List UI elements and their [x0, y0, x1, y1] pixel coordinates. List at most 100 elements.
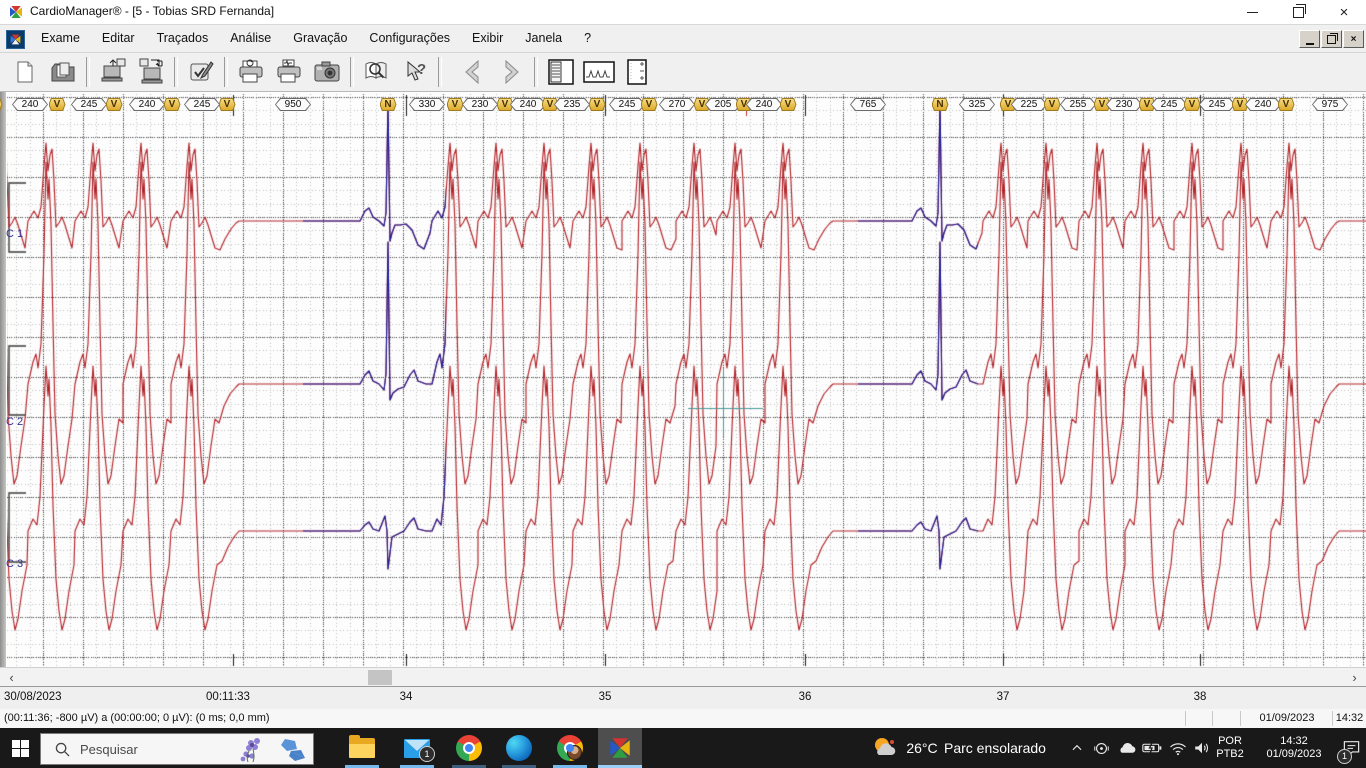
beat-interval-tag[interactable]: 245	[184, 98, 220, 111]
snapshot-button[interactable]	[308, 55, 346, 89]
weather-temperature[interactable]: 26°C	[900, 728, 944, 768]
menu-item-janela[interactable]: Janela	[514, 25, 573, 52]
restore-button[interactable]	[1276, 0, 1320, 24]
view-table-button[interactable]	[542, 55, 580, 89]
beat-interval-tag[interactable]: 325	[959, 98, 995, 111]
scroll-left-arrow[interactable]: ‹	[2, 668, 21, 687]
taskbar-app-file-explorer[interactable]	[340, 728, 384, 768]
beat-interval-tag[interactable]: 950	[275, 98, 311, 111]
beat-interval-tag[interactable]: 245	[71, 98, 107, 111]
timeline-ruler[interactable]: 30/08/2023 00:11:33 34 35 36 37 38	[0, 686, 1366, 710]
beat-type-tag-n[interactable]: N	[931, 98, 949, 111]
beat-type-tag-v[interactable]: V	[163, 98, 181, 111]
beat-interval-tag[interactable]: 975	[1312, 98, 1348, 111]
menu-item-exibir[interactable]: Exibir	[461, 25, 514, 52]
beat-type-tag-v[interactable]: V	[48, 98, 66, 111]
weather-icon[interactable]	[868, 728, 902, 768]
beat-interval-tag[interactable]: 330	[409, 98, 445, 111]
language-indicator[interactable]: POR PTB2	[1212, 728, 1248, 768]
view-strip-button[interactable]	[618, 55, 656, 89]
beat-type-tag-n[interactable]: N	[379, 98, 397, 111]
beat-interval-tag[interactable]: 765	[850, 98, 886, 111]
view-traces-button[interactable]	[580, 55, 618, 89]
tray-meet-now-icon[interactable]	[1090, 728, 1112, 768]
beat-interval-tag[interactable]: 245	[1151, 98, 1187, 111]
beat-type-tag-v[interactable]: V	[588, 98, 606, 111]
toolbar-separator	[174, 57, 178, 87]
beat-interval-tag[interactable]: 230	[462, 98, 498, 111]
tray-chevron-up-icon[interactable]	[1066, 728, 1088, 768]
beat-interval-tag[interactable]: 240	[12, 98, 48, 111]
tray-battery-icon[interactable]	[1140, 728, 1164, 768]
beat-type-tag-v[interactable]: V	[640, 98, 658, 111]
open-exam-button[interactable]	[44, 55, 82, 89]
preview-button[interactable]	[358, 55, 396, 89]
scrollbar-thumb[interactable]	[368, 670, 392, 685]
context-help-button[interactable]: ?	[396, 55, 434, 89]
menu-item-anlise[interactable]: Análise	[219, 25, 282, 52]
menu-item-traados[interactable]: Traçados	[146, 25, 220, 52]
beat-interval-tag[interactable]: 270	[659, 98, 695, 111]
print-button[interactable]	[232, 55, 270, 89]
taskbar-app-cardiomanager[interactable]	[598, 728, 642, 768]
next-page-button[interactable]	[492, 55, 530, 89]
horizontal-scrollbar[interactable]: ‹ ›	[0, 667, 1366, 687]
beat-interval-tag[interactable]: 245	[609, 98, 645, 111]
beat-type-tag-v[interactable]: V	[779, 98, 797, 111]
minimize-button[interactable]	[1230, 0, 1274, 24]
menu-bar: Exame Editar Traçados Análise Gravação Config…	[0, 25, 1366, 53]
timeline-label: 34	[399, 691, 413, 703]
notification-center-icon[interactable]: 1	[1336, 728, 1366, 768]
start-button[interactable]	[0, 728, 40, 768]
close-button[interactable]: ×	[1322, 0, 1366, 24]
menu-item-exame[interactable]: Exame	[30, 25, 91, 52]
status-date: 01/09/2023	[1240, 711, 1333, 726]
beat-interval-tag[interactable]: 240	[129, 98, 165, 111]
tray-wifi-icon[interactable]	[1166, 728, 1190, 768]
ecg-trace-area[interactable]: V240V245V240V245V950N330V230V240V235V245…	[0, 92, 1366, 667]
title-bar: CardioManager® - [5 - Tobias SRD Fernand…	[0, 0, 1366, 25]
taskbar-app-chrome[interactable]	[447, 728, 491, 768]
beat-type-tag-v[interactable]: V	[105, 98, 123, 111]
mdi-restore-button[interactable]	[1321, 30, 1342, 48]
export-exam-button[interactable]	[94, 55, 132, 89]
tray-onedrive-icon[interactable]	[1114, 728, 1138, 768]
menu-item-help[interactable]: ?	[573, 25, 602, 52]
beat-type-tag-v[interactable]: V	[1277, 98, 1295, 111]
taskbar-app-mail[interactable]: 1	[395, 728, 439, 768]
clock[interactable]: 14:32 01/09/2023	[1248, 728, 1340, 768]
search-input[interactable]	[78, 740, 232, 758]
channel-label-c1: C 1	[6, 228, 24, 240]
menu-item-configuraes[interactable]: Configurações	[358, 25, 461, 52]
ecg-canvas[interactable]	[0, 92, 1366, 667]
beat-type-tag-v[interactable]: V	[1043, 98, 1061, 111]
previous-page-button[interactable]	[454, 55, 492, 89]
beat-type-tag-v[interactable]: V	[1183, 98, 1201, 111]
mdi-system-icon[interactable]	[6, 30, 25, 49]
beat-interval-tag[interactable]: 230	[1106, 98, 1142, 111]
taskbar-search-box[interactable]	[40, 733, 314, 765]
new-exam-button[interactable]	[6, 55, 44, 89]
beat-interval-tag[interactable]: 235	[554, 98, 590, 111]
beat-interval-tag[interactable]: 240	[1245, 98, 1281, 111]
beat-interval-tag[interactable]: 240	[510, 98, 546, 111]
print-ecg-button[interactable]	[270, 55, 308, 89]
import-exam-button[interactable]	[132, 55, 170, 89]
beat-type-tag-v[interactable]: V	[218, 98, 236, 111]
mdi-minimize-button[interactable]	[1299, 30, 1320, 48]
menu-item-editar[interactable]: Editar	[91, 25, 146, 52]
timeline-label: 00:11:33	[206, 691, 250, 703]
mdi-close-button[interactable]: ×	[1343, 30, 1364, 48]
edit-report-button[interactable]	[182, 55, 220, 89]
beat-interval-tag[interactable]: 255	[1060, 98, 1096, 111]
beat-type-tag-v[interactable]: V	[446, 98, 464, 111]
scroll-right-arrow[interactable]: ›	[1345, 668, 1364, 687]
beat-interval-tag[interactable]: 240	[746, 98, 782, 111]
menu-item-gravao[interactable]: Gravação	[282, 25, 358, 52]
taskbar-app-chrome-profile[interactable]	[548, 728, 592, 768]
tray-volume-icon[interactable]	[1190, 728, 1214, 768]
beat-interval-tag[interactable]: 225	[1011, 98, 1047, 111]
weather-condition[interactable]: Parc ensolarado	[944, 728, 1064, 768]
beat-interval-tag[interactable]: 245	[1199, 98, 1235, 111]
taskbar-app-edge[interactable]	[497, 728, 541, 768]
